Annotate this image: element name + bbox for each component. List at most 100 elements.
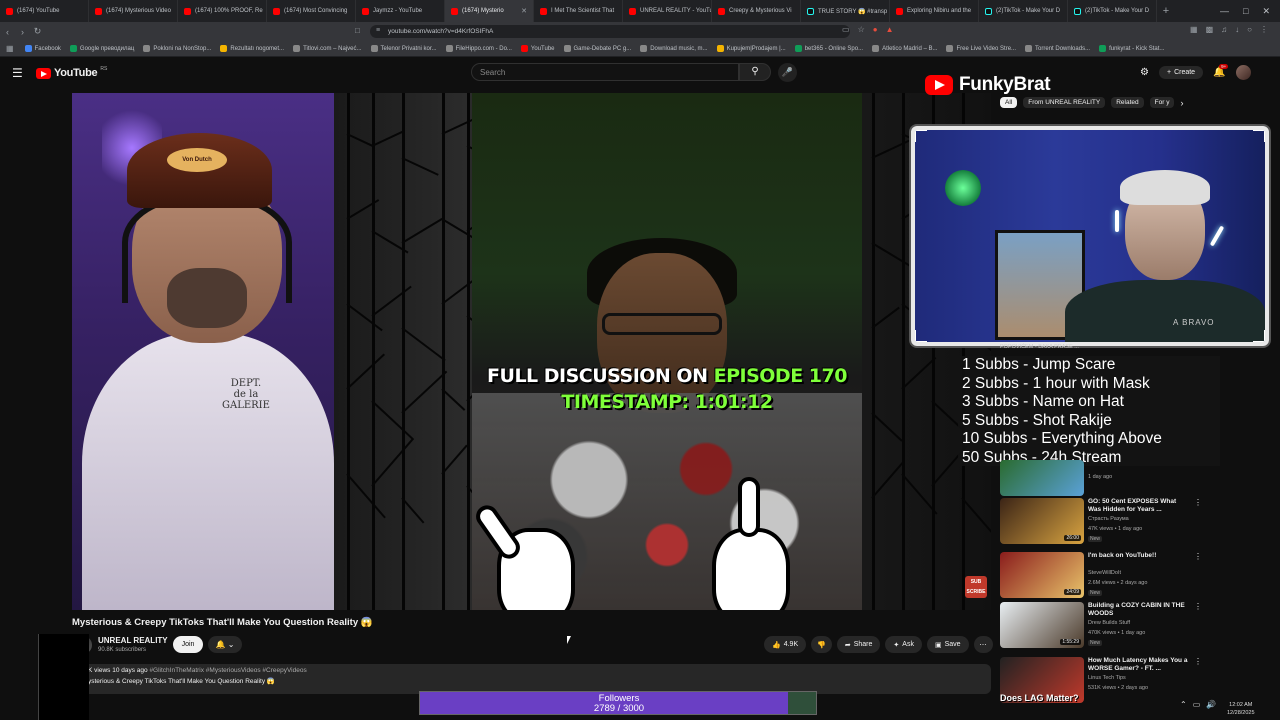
extension-icon[interactable]: ● bbox=[873, 25, 878, 34]
browser-tab[interactable]: UNREAL REALITY - YouTu bbox=[623, 0, 712, 22]
bookmark-item[interactable]: Atletico Madrid – B... bbox=[872, 45, 937, 52]
save-button[interactable]: ▣ Save bbox=[926, 636, 969, 653]
youtube-logo[interactable]: YouTube RS bbox=[36, 66, 107, 79]
recommended-video-title[interactable]: GO: 50 Cent EXPOSES What Was Hidden for … bbox=[1088, 498, 1188, 514]
media-icon[interactable]: ♫ bbox=[1221, 25, 1227, 34]
bookmark-item[interactable]: Game-Debate PC g... bbox=[563, 45, 631, 52]
recommended-video-title[interactable]: I'm back on YouTube!! bbox=[1088, 552, 1188, 560]
recommended-video-title[interactable]: How Much Latency Makes You a WORSE Gamer… bbox=[1088, 657, 1188, 673]
menu-hamburger-icon[interactable]: ☰ bbox=[12, 66, 23, 80]
chevron-up-icon[interactable]: ⌃ bbox=[1180, 700, 1187, 709]
browser-tab[interactable]: Jaymzz - YouTube bbox=[356, 0, 445, 22]
filter-chip[interactable]: For y bbox=[1149, 97, 1175, 108]
more-vertical-icon[interactable]: ⋮ bbox=[1194, 602, 1202, 611]
bookmark-page-icon[interactable]: □ bbox=[355, 26, 360, 35]
filter-chip[interactable]: From UNREAL REALITY bbox=[1023, 97, 1106, 108]
recommended-channel-name[interactable]: Drew Builds Stuff bbox=[1088, 620, 1130, 626]
close-tab-icon[interactable]: ✕ bbox=[521, 7, 527, 15]
dislike-button[interactable]: 👎 bbox=[811, 636, 832, 653]
video-thumbnail[interactable]: 26:00 bbox=[1000, 498, 1084, 544]
browser-tab[interactable]: (1674) Mysterious Video bbox=[89, 0, 178, 22]
ask-button[interactable]: ✦ Ask bbox=[885, 636, 922, 653]
recommended-video[interactable]: 26:00 GO: 50 Cent EXPOSES What Was Hidden… bbox=[1000, 498, 1202, 550]
recommended-video-title[interactable]: Building a COZY CABIN IN THE WOODS bbox=[1088, 602, 1188, 618]
like-button[interactable]: 👍 4.9K bbox=[764, 636, 807, 653]
browser-tab[interactable]: I Met The Scientist That bbox=[534, 0, 623, 22]
bookmark-item[interactable]: funkyrat - Kick Stat... bbox=[1099, 45, 1164, 52]
tab-search-icon[interactable]: ▩ bbox=[1206, 25, 1214, 34]
video-thumbnail[interactable]: 1:55:29 bbox=[1000, 602, 1084, 648]
alert-extension-icon[interactable]: ▲ bbox=[886, 25, 894, 34]
video-player[interactable]: Von Dutch DEPT. de la GALERIE FULL DISCU… bbox=[72, 93, 991, 610]
apps-grid-icon[interactable]: ▦ bbox=[6, 44, 14, 53]
bookmark-item[interactable]: YouTube bbox=[520, 45, 555, 52]
recommended-channel-name[interactable]: Страсть Разума bbox=[1088, 516, 1129, 522]
more-vertical-icon[interactable]: ⋮ bbox=[1194, 498, 1202, 507]
channel-name[interactable]: UNREAL REALITY bbox=[98, 636, 168, 645]
close-window-icon[interactable]: ✕ bbox=[1262, 6, 1270, 17]
partial-recommendation-title[interactable]: POPOVIĆEM - BAKA PRASE ... bbox=[1000, 344, 1079, 350]
download-icon[interactable]: ↓ bbox=[1235, 25, 1239, 34]
browser-tab[interactable]: TRUE STORY 😱 #transp bbox=[801, 0, 890, 22]
subscribe-watermark[interactable]: SUB SCRIBE bbox=[965, 576, 987, 598]
bookmark-item[interactable]: Free Live Video Stre... bbox=[946, 45, 1016, 52]
create-button[interactable]: + Create bbox=[1158, 66, 1204, 79]
bookmark-item[interactable]: Download music, m... bbox=[640, 45, 708, 52]
description-box[interactable]: K views 10 days ago #GlitchInTheMatrix #… bbox=[72, 664, 991, 694]
video-thumbnail[interactable] bbox=[1000, 460, 1084, 496]
browser-tab[interactable]: Creepy & Mysterious Vi bbox=[712, 0, 801, 22]
bookmark-item[interactable]: Torrent Downloads... bbox=[1025, 45, 1090, 52]
bookmark-item[interactable]: Facebook bbox=[24, 45, 61, 52]
bookmark-item[interactable]: Telenor Privatni kor... bbox=[370, 45, 437, 52]
browser-tab[interactable]: Exploring Nibiru and the bbox=[890, 0, 979, 22]
recommended-video[interactable]: 1 day ago bbox=[1000, 460, 1200, 496]
filter-chip[interactable]: Related bbox=[1111, 97, 1144, 108]
browser-tab[interactable]: (1674) 100% PROOF, Re bbox=[178, 0, 267, 22]
recommended-video[interactable]: 1:55:29 Building a COZY CABIN IN THE WOOD… bbox=[1000, 602, 1202, 654]
reload-icon[interactable]: ↻ bbox=[30, 26, 45, 37]
bookmark-item[interactable]: Pokloni na NonStop... bbox=[143, 45, 211, 52]
taskbar-clock[interactable]: 12:02 AM 12/28/2025 bbox=[1227, 701, 1255, 717]
cast-icon[interactable]: ▭ bbox=[842, 25, 850, 34]
browser-tab[interactable]: (2)TikTok - Make Your D bbox=[1068, 0, 1157, 22]
bookmark-item[interactable]: bet365 - Online Spo... bbox=[794, 45, 863, 52]
video-thumbnail[interactable]: 24:09 bbox=[1000, 552, 1084, 598]
join-button[interactable]: Join bbox=[173, 636, 203, 653]
description-hashtags[interactable]: #GlitchInTheMatrix #MysteriousVideos #Cr… bbox=[149, 667, 306, 674]
display-icon[interactable]: ▭ bbox=[1193, 700, 1201, 709]
extensions-icon[interactable]: ▦ bbox=[1190, 25, 1198, 34]
browser-tab[interactable]: (2)TikTok - Make Your D bbox=[979, 0, 1068, 22]
recommended-channel-name[interactable]: Linus Tech Tips bbox=[1088, 675, 1126, 681]
more-vertical-icon[interactable]: ⋮ bbox=[1194, 552, 1202, 561]
account-avatar[interactable] bbox=[1235, 65, 1251, 80]
site-info-icon[interactable]: ≡ bbox=[376, 27, 380, 34]
forward-icon[interactable]: › bbox=[15, 27, 30, 37]
chevron-right-icon[interactable]: › bbox=[1180, 98, 1183, 108]
menu-icon[interactable]: ⋮ bbox=[1260, 25, 1268, 34]
browser-tab[interactable]: (1674) Most Convincing bbox=[267, 0, 356, 22]
new-tab-button[interactable]: + bbox=[1157, 0, 1175, 22]
video-thumbnail[interactable]: Does LAG Matter? bbox=[1000, 657, 1084, 703]
bookmark-item[interactable]: Rezultatı nogomet... bbox=[220, 45, 284, 52]
minimize-icon[interactable]: — bbox=[1220, 6, 1229, 16]
profile-icon[interactable]: ○ bbox=[1247, 25, 1252, 34]
recommended-video[interactable]: 24:09 I'm back on YouTube!! SteveWillDoIt 2… bbox=[1000, 552, 1202, 604]
recommended-video[interactable]: Does LAG Matter? How Much Latency Makes Y… bbox=[1000, 657, 1202, 709]
bookmark-item[interactable]: Titlovi.com – Najveć... bbox=[293, 45, 362, 52]
volume-icon[interactable]: 🔊 bbox=[1206, 700, 1216, 709]
notifications-button[interactable]: 🔔 9+ bbox=[1213, 64, 1229, 78]
subscription-bell-button[interactable]: 🔔 ⌄ bbox=[208, 636, 242, 653]
more-actions-button[interactable]: ⋯ bbox=[973, 636, 993, 653]
bookmark-item[interactable]: FileHippo.com - Do... bbox=[445, 45, 512, 52]
back-icon[interactable]: ‹ bbox=[0, 27, 15, 37]
star-icon[interactable]: ☆ bbox=[858, 25, 865, 34]
browser-tab[interactable]: (1674) YouTube bbox=[0, 0, 89, 22]
search-input[interactable]: Search bbox=[471, 63, 739, 81]
filter-chip[interactable]: All bbox=[1000, 97, 1018, 108]
bookmark-item[interactable]: Kupujem|Prodajem |... bbox=[716, 45, 786, 52]
voice-search-button[interactable]: 🎤 bbox=[778, 63, 797, 82]
search-button[interactable]: ⚲ bbox=[739, 63, 771, 81]
settings-gear-icon[interactable]: ⚙ bbox=[1140, 67, 1149, 78]
maximize-icon[interactable]: □ bbox=[1243, 6, 1248, 16]
browser-tab[interactable]: (1674) Mysterio ✕ bbox=[445, 0, 534, 22]
